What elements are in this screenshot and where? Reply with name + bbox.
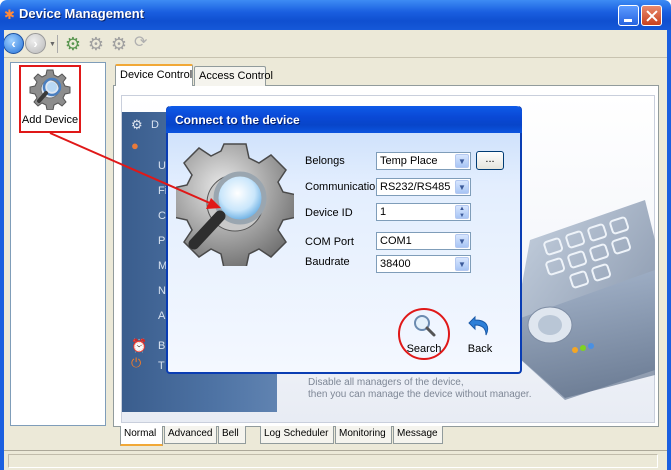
tab-advanced[interactable]: Advanced bbox=[164, 426, 217, 444]
tab-normal[interactable]: Normal bbox=[120, 426, 163, 446]
chevron-down-icon[interactable]: ▼ bbox=[49, 41, 56, 48]
com-port-label: COM Port bbox=[305, 236, 354, 248]
dialog-title-bar[interactable]: Connect to the device bbox=[166, 106, 522, 133]
power-icon: ⏻ bbox=[131, 355, 142, 370]
device-id-label: Device ID bbox=[305, 207, 353, 219]
communication-label: Communication bbox=[305, 181, 382, 193]
belongs-label: Belongs bbox=[305, 155, 345, 167]
search-gear-icon bbox=[176, 143, 294, 266]
communication-value: RS232/RS485 bbox=[380, 181, 451, 193]
sidebar-item[interactable]: T bbox=[158, 360, 165, 372]
back-arrow-icon[interactable]: ‹ bbox=[3, 33, 24, 54]
device-keypad-illustration bbox=[510, 200, 655, 400]
com-port-value: COM1 bbox=[380, 235, 412, 247]
highlight-circle bbox=[398, 308, 450, 360]
sidebar-item[interactable]: N bbox=[158, 285, 166, 297]
tab-monitoring[interactable]: Monitoring bbox=[335, 426, 392, 444]
dialog-title: Connect to the device bbox=[175, 113, 300, 127]
tab-device-control[interactable]: Device Control bbox=[115, 64, 193, 86]
tab-message[interactable]: Message bbox=[393, 426, 443, 444]
device-id-stepper[interactable]: 1 ▲ ▼ bbox=[376, 203, 471, 221]
browse-button[interactable]: ... bbox=[476, 151, 504, 170]
highlight-box bbox=[19, 65, 81, 133]
alarm-icon: ⏰ bbox=[131, 338, 148, 353]
spin-arrows-icon[interactable]: ▲ ▼ bbox=[455, 205, 469, 219]
baudrate-label: Baudrate bbox=[305, 256, 350, 268]
sidebar-item[interactable]: P bbox=[158, 235, 165, 247]
baudrate-select[interactable]: 38400 ▼ bbox=[376, 255, 471, 273]
chevron-down-icon[interactable]: ▼ bbox=[455, 180, 469, 194]
tab-log-scheduler[interactable]: Log Scheduler bbox=[260, 426, 334, 444]
add-device-gear-icon[interactable]: ⚙ bbox=[63, 34, 83, 54]
status-bar bbox=[4, 450, 667, 470]
sidebar-item[interactable]: B bbox=[158, 340, 165, 352]
window-title: Device Management bbox=[19, 6, 144, 21]
communication-select[interactable]: RS232/RS485 ▼ bbox=[376, 178, 471, 196]
device-id-value: 1 bbox=[380, 206, 387, 218]
baudrate-value: 38400 bbox=[380, 258, 411, 270]
gear-icon[interactable]: ⚙ bbox=[109, 34, 129, 54]
search-gear-icon[interactable]: ⚙ bbox=[86, 34, 106, 54]
chevron-down-icon[interactable]: ▼ bbox=[455, 234, 469, 248]
refresh-icon[interactable]: ⟳ bbox=[134, 34, 152, 52]
chevron-down-icon[interactable]: ▼ bbox=[455, 154, 469, 168]
gear-icon: ⚙ bbox=[131, 117, 143, 132]
sidebar-heading: D bbox=[151, 119, 159, 131]
status-cell bbox=[8, 454, 658, 468]
title-bar[interactable]: ✱ Device Management bbox=[0, 0, 671, 30]
tab-bell[interactable]: Bell bbox=[218, 426, 246, 444]
forward-arrow-icon[interactable]: › bbox=[25, 33, 46, 54]
sidebar-item[interactable]: C bbox=[158, 210, 166, 222]
sidebar-item[interactable]: U bbox=[158, 160, 166, 172]
back-label: Back bbox=[467, 343, 493, 355]
app-icon: ✱ bbox=[4, 7, 15, 22]
back-button[interactable]: Back bbox=[457, 313, 503, 363]
window-frame-right bbox=[667, 30, 671, 470]
toolbar-separator bbox=[57, 35, 58, 53]
close-button[interactable] bbox=[641, 5, 662, 26]
settings-icon: ● bbox=[131, 138, 139, 153]
com-port-select[interactable]: COM1 ▼ bbox=[376, 232, 471, 250]
toolbar: ‹ › ▼ ⚙ ⚙ ⚙ ⟳ bbox=[0, 30, 671, 58]
chevron-down-icon[interactable]: ▼ bbox=[455, 257, 469, 271]
back-arrow-icon bbox=[468, 315, 489, 336]
belongs-value: Temp Place bbox=[380, 155, 438, 167]
belongs-select[interactable]: Temp Place ▼ bbox=[376, 152, 471, 170]
minimize-button[interactable] bbox=[618, 5, 639, 26]
tab-access-control[interactable]: Access Control bbox=[194, 66, 273, 86]
